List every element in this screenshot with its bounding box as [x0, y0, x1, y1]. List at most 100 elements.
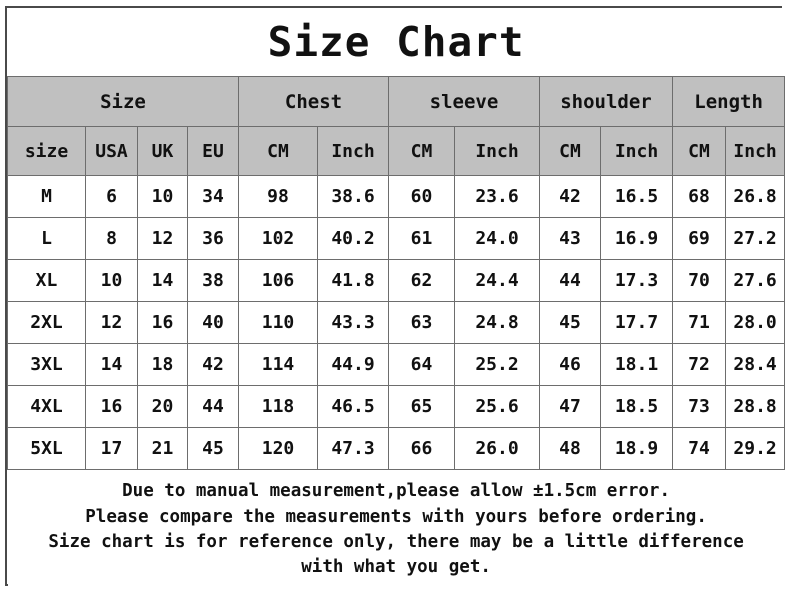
- measurement-cell: 21: [137, 427, 188, 470]
- note-line: Size chart is for reference only, there …: [48, 532, 744, 552]
- measurement-cell: 14: [85, 343, 138, 386]
- measurement-cell: 69: [672, 217, 726, 260]
- group-header-size: Size: [7, 76, 239, 127]
- measurement-cell: 29.2: [724, 427, 786, 470]
- table-row: 2XL 12 16 40 110 43.3 63 24.8 45 17.7 71 28.0: [7, 301, 786, 344]
- sub-header-row: size USA UK EU CM Inch CM Inch CM Inch CM Inch: [7, 126, 786, 176]
- measurement-cell: 42: [539, 175, 601, 218]
- measurement-cell: 23.6: [454, 175, 540, 218]
- measurement-cell: 18.9: [600, 427, 673, 470]
- measurement-cell: 43.3: [317, 301, 389, 344]
- measurement-cell: 38.6: [317, 175, 389, 218]
- measurement-cell: 6: [85, 175, 138, 218]
- measurement-cell: 63: [388, 301, 455, 344]
- group-header-sleeve: sleeve: [388, 76, 540, 127]
- size-label-cell: 3XL: [7, 343, 86, 386]
- group-header-row: Size Chest sleeve shoulder Length: [7, 76, 786, 127]
- measurement-cell: 106: [238, 259, 318, 302]
- measurement-cell: 38: [187, 259, 239, 302]
- size-chart-container: Size Chart Size Chest sleeve shoulder Length…: [5, 6, 786, 590]
- measurement-cell: 45: [187, 427, 239, 470]
- measurement-cell: 20: [137, 385, 188, 428]
- measurement-cell: 110: [238, 301, 318, 344]
- measurement-cell: 24.0: [454, 217, 540, 260]
- table-row: 4XL 16 20 44 118 46.5 65 25.6 47 18.5 73 28.8: [7, 385, 786, 428]
- measurement-cell: 62: [388, 259, 455, 302]
- sub-header-cell: Inch: [317, 126, 389, 176]
- measurement-cell: 16.5: [600, 175, 673, 218]
- measurement-cell: 43: [539, 217, 601, 260]
- sub-header-cell: CM: [672, 126, 726, 176]
- measurement-cell: 27.6: [724, 259, 786, 302]
- note-line: Please compare the measurements with you…: [85, 506, 707, 527]
- measurement-cell: 17.3: [600, 259, 673, 302]
- measurement-cell: 34: [187, 175, 239, 218]
- measurement-cell: 16: [137, 301, 188, 344]
- size-label-cell: XL: [7, 259, 86, 302]
- page-title: Size Chart: [7, 8, 785, 77]
- measurement-cell: 114: [238, 343, 318, 386]
- measurement-cell: 118: [238, 385, 318, 428]
- measurement-cell: 28.4: [724, 343, 786, 386]
- measurement-cell: 25.6: [454, 385, 540, 428]
- table-row: XL 10 14 38 106 41.8 62 24.4 44 17.3 70 27.6: [7, 259, 786, 302]
- measurement-cell: 70: [672, 259, 726, 302]
- measurement-cell: 28.8: [724, 385, 786, 428]
- measurement-cell: 71: [672, 301, 726, 344]
- sub-header-cell: Inch: [600, 126, 673, 176]
- measurement-cell: 41.8: [317, 259, 389, 302]
- table-row: L 8 12 36 102 40.2 61 24.0 43 16.9 69 27.2: [7, 217, 786, 260]
- measurement-cell: 12: [137, 217, 188, 260]
- measurement-cell: 36: [187, 217, 239, 260]
- measurement-cell: 26.8: [724, 175, 786, 218]
- measurement-cell: 10: [85, 259, 138, 302]
- size-label-cell: L: [7, 217, 86, 260]
- measurement-cell: 66: [388, 427, 455, 470]
- measurement-cell: 18.1: [600, 343, 673, 386]
- measurement-cell: 40.2: [317, 217, 389, 260]
- title-row: Size Chart: [7, 8, 785, 77]
- measurement-cell: 72: [672, 343, 726, 386]
- measurement-cell: 64: [388, 343, 455, 386]
- size-label-cell: 4XL: [7, 385, 86, 428]
- measurement-cell: 46: [539, 343, 601, 386]
- measurement-cell: 16: [85, 385, 138, 428]
- measurement-cell: 47.3: [317, 427, 389, 470]
- sub-header-cell: size: [7, 126, 86, 176]
- note-line: Due to manual measurement,please allow ±…: [122, 481, 671, 502]
- sub-header-cell: UK: [137, 126, 188, 176]
- measurement-cell: 16.9: [600, 217, 673, 260]
- measurement-cell: 10: [137, 175, 188, 218]
- size-label-cell: 2XL: [7, 301, 86, 344]
- measurement-cell: 12: [85, 301, 138, 344]
- measurement-cell: 98: [238, 175, 318, 218]
- measurement-cell: 46.5: [317, 385, 389, 428]
- measurement-cell: 26.0: [454, 427, 540, 470]
- size-label-cell: M: [7, 175, 86, 218]
- measurement-cell: 65: [388, 385, 455, 428]
- table-row: M 6 10 34 98 38.6 60 23.6 42 16.5 68 26.8: [7, 175, 786, 218]
- sub-header-cell: Inch: [724, 126, 786, 176]
- measurement-cell: 14: [137, 259, 188, 302]
- sub-header-cell: Inch: [454, 126, 540, 176]
- measurement-cell: 44: [187, 385, 239, 428]
- measurement-cell: 44: [539, 259, 601, 302]
- measurement-cell: 27.2: [724, 217, 786, 260]
- measurement-cell: 24.4: [454, 259, 540, 302]
- measurement-cell: 17: [85, 427, 138, 470]
- measurement-cell: 24.8: [454, 301, 540, 344]
- measurement-cell: 73: [672, 385, 726, 428]
- size-label-cell: 5XL: [7, 427, 86, 470]
- measurement-cell: 68: [672, 175, 726, 218]
- measurement-cell: 40: [187, 301, 239, 344]
- measurement-cell: 47: [539, 385, 601, 428]
- sub-header-cell: EU: [187, 126, 239, 176]
- measurement-cell: 42: [187, 343, 239, 386]
- sub-header-cell: CM: [388, 126, 455, 176]
- table-row: 5XL 17 21 45 120 47.3 66 26.0 48 18.9 74 29.2: [7, 427, 786, 470]
- group-header-shoulder: shoulder: [539, 76, 673, 127]
- measurement-cell: 44.9: [317, 343, 389, 386]
- note-row: Due to manual measurement,please allow ±…: [7, 469, 785, 590]
- size-chart-table: Size Chart Size Chest sleeve shoulder Length…: [7, 8, 786, 590]
- measurement-cell: 61: [388, 217, 455, 260]
